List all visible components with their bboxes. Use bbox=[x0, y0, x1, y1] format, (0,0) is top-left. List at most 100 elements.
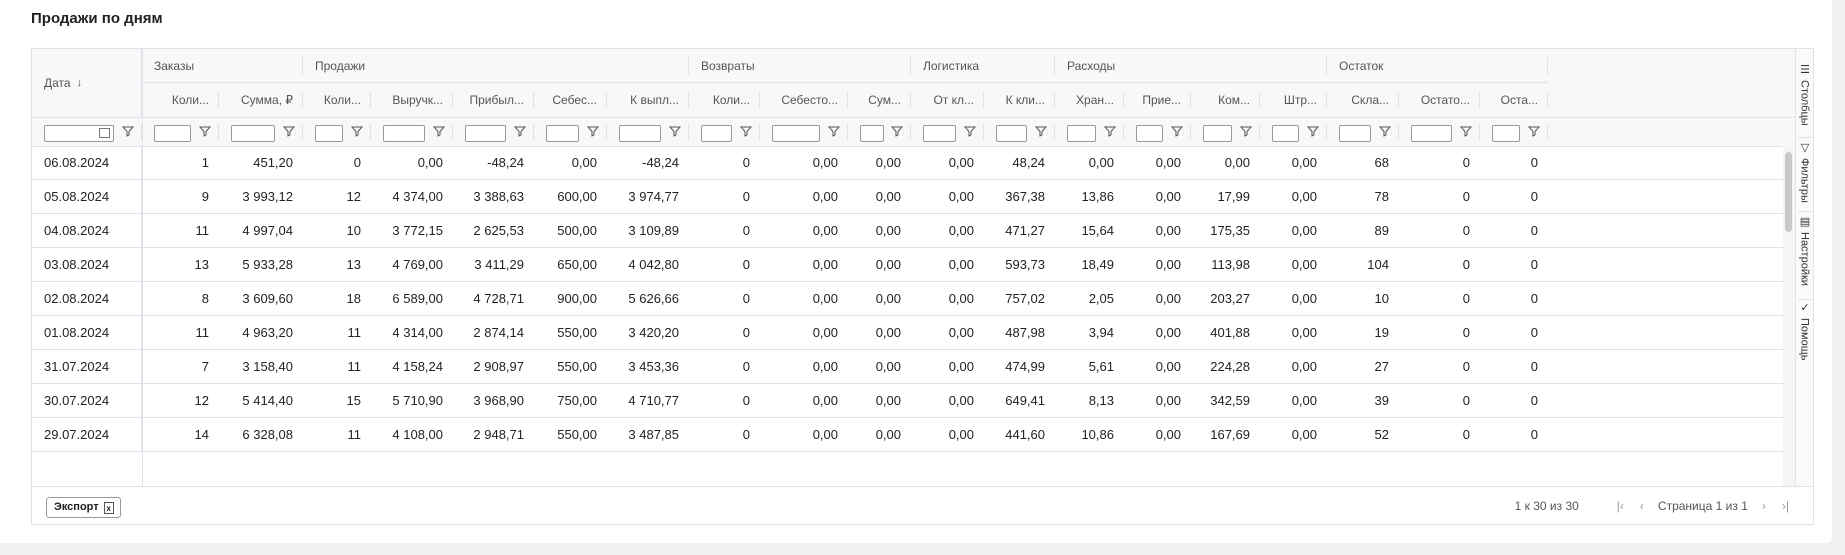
filter-input[interactable] bbox=[772, 125, 820, 142]
filter-icon[interactable] bbox=[740, 125, 754, 139]
filter-icon[interactable] bbox=[964, 125, 978, 139]
column-header[interactable]: Выручк... bbox=[371, 83, 453, 117]
column-header[interactable]: Хран... bbox=[1055, 83, 1124, 117]
filter-icon[interactable] bbox=[828, 125, 842, 139]
tool-panel-button-settings[interactable]: ▤ Настройки bbox=[1796, 215, 1813, 295]
column-header[interactable]: Коли... bbox=[689, 83, 760, 117]
column-header[interactable]: Себесто... bbox=[760, 83, 848, 117]
filter-input[interactable] bbox=[1339, 125, 1371, 142]
filter-icon[interactable] bbox=[199, 125, 213, 139]
filter-icon[interactable] bbox=[1528, 125, 1542, 139]
table-cell: 0,00 bbox=[812, 359, 838, 374]
date-cell: 02.08.2024 bbox=[32, 282, 142, 315]
filter-input[interactable] bbox=[619, 125, 661, 142]
date-header-label: Дата bbox=[44, 76, 71, 90]
column-header[interactable]: Ком... bbox=[1191, 83, 1260, 117]
filter-icon[interactable] bbox=[283, 125, 297, 139]
filter-icon[interactable] bbox=[1240, 125, 1254, 139]
filter-cell bbox=[1399, 118, 1480, 147]
column-header[interactable]: От кл... bbox=[911, 83, 984, 117]
filter-icon[interactable] bbox=[122, 125, 136, 139]
scrollbar-thumb[interactable] bbox=[1785, 152, 1792, 232]
date-column-header[interactable]: Дата ↓ bbox=[32, 49, 142, 117]
last-page-icon[interactable]: ›| bbox=[1782, 499, 1789, 513]
filter-input[interactable] bbox=[996, 125, 1027, 142]
table-cell: -48,24 bbox=[642, 155, 679, 170]
filter-input[interactable] bbox=[465, 125, 506, 142]
data-grid: Дата ↓ Заказы Продажи Возвраты Логистика Рас… bbox=[31, 48, 1814, 525]
filter-input[interactable] bbox=[231, 125, 275, 142]
filter-input[interactable] bbox=[1492, 125, 1520, 142]
filter-input[interactable] bbox=[860, 125, 884, 142]
table-cell: 342,59 bbox=[1210, 393, 1250, 408]
filter-input[interactable] bbox=[1203, 125, 1232, 142]
date-filter-input[interactable] bbox=[44, 125, 114, 142]
filter-input[interactable] bbox=[315, 125, 343, 142]
table-row[interactable]: 05.08.2024 9 3 993,12 12 4 374,00 3 388,63 600… bbox=[32, 180, 1795, 214]
column-header[interactable]: Коли... bbox=[142, 83, 219, 117]
table-row[interactable]: 02.08.2024 8 3 609,60 18 6 589,00 4 728,71 900… bbox=[32, 282, 1795, 316]
table-row[interactable]: 31.07.2024 7 3 158,40 11 4 158,24 2 908,97 550… bbox=[32, 350, 1795, 384]
filter-cell bbox=[303, 118, 371, 147]
filter-input[interactable] bbox=[383, 125, 425, 142]
table-cell: 367,38 bbox=[1005, 189, 1045, 204]
filter-input[interactable] bbox=[1136, 125, 1163, 142]
table-cell: 27 bbox=[1374, 359, 1389, 374]
filter-input[interactable] bbox=[1272, 125, 1299, 142]
column-header[interactable]: Остато... bbox=[1399, 83, 1480, 117]
next-page-icon[interactable]: › bbox=[1762, 499, 1766, 513]
filter-icon[interactable] bbox=[669, 125, 683, 139]
table-row[interactable]: 03.08.2024 13 5 933,28 13 4 769,00 3 411,29 65… bbox=[32, 248, 1795, 282]
column-header[interactable]: К выпл... bbox=[607, 83, 689, 117]
filter-input[interactable] bbox=[1067, 125, 1096, 142]
filter-icon[interactable] bbox=[1104, 125, 1118, 139]
column-header[interactable]: Оста... bbox=[1480, 83, 1548, 117]
filter-icon[interactable] bbox=[1035, 125, 1049, 139]
filter-input[interactable] bbox=[923, 125, 956, 142]
table-cell: 0,00 bbox=[812, 223, 838, 238]
filter-icon[interactable] bbox=[433, 125, 447, 139]
prev-page-icon[interactable]: ‹ bbox=[1640, 499, 1644, 513]
table-row[interactable]: 06.08.2024 1 451,20 0 0,00 -48,24 0,00 -48,24 0 0… bbox=[32, 146, 1795, 180]
export-button[interactable]: Экспорт x bbox=[46, 497, 121, 518]
divider bbox=[1798, 299, 1812, 300]
column-header[interactable]: Коли... bbox=[303, 83, 371, 117]
filter-input[interactable] bbox=[1411, 125, 1452, 142]
filter-icon[interactable] bbox=[514, 125, 528, 139]
table-row[interactable]: 01.08.2024 11 4 963,20 11 4 314,00 2 874,14 55… bbox=[32, 316, 1795, 350]
first-page-icon[interactable]: |‹ bbox=[1617, 499, 1624, 513]
column-header[interactable]: Сумма, ₽ bbox=[219, 83, 303, 117]
filter-cell bbox=[1327, 118, 1399, 147]
filter-icon[interactable] bbox=[1171, 125, 1185, 139]
column-header[interactable]: К кли... bbox=[984, 83, 1055, 117]
table-cell: 3 411,29 bbox=[474, 257, 524, 272]
filter-icon[interactable] bbox=[1307, 125, 1321, 139]
vertical-scrollbar[interactable] bbox=[1783, 146, 1795, 486]
filter-cell bbox=[371, 118, 453, 147]
filter-cell bbox=[689, 118, 760, 147]
filter-input[interactable] bbox=[154, 125, 191, 142]
table-row[interactable]: 30.07.2024 12 5 414,40 15 5 710,90 3 968,90 75… bbox=[32, 384, 1795, 418]
filter-input[interactable] bbox=[546, 125, 579, 142]
table-cell: 3 420,20 bbox=[628, 325, 679, 340]
column-header[interactable]: Скла... bbox=[1327, 83, 1399, 117]
table-row[interactable]: 29.07.2024 14 6 328,08 11 4 108,00 2 948,71 55… bbox=[32, 418, 1795, 452]
tool-panel-button-filter[interactable]: ▽ Фильтры bbox=[1796, 141, 1813, 207]
filter-icon[interactable] bbox=[587, 125, 601, 139]
filter-input[interactable] bbox=[701, 125, 732, 142]
column-header[interactable]: Прие... bbox=[1124, 83, 1191, 117]
table-cell: 4 042,80 bbox=[628, 257, 679, 272]
column-header[interactable]: Штр... bbox=[1260, 83, 1327, 117]
tool-panel-button-check[interactable]: ✓ Помощь bbox=[1796, 301, 1813, 371]
tool-panel-button-columns[interactable]: ☰ Столбцы bbox=[1796, 63, 1813, 133]
column-header[interactable]: Сум... bbox=[848, 83, 911, 117]
calendar-icon[interactable] bbox=[99, 128, 110, 138]
filter-icon[interactable] bbox=[1379, 125, 1393, 139]
column-header[interactable]: Себес... bbox=[534, 83, 607, 117]
filter-icon[interactable] bbox=[891, 125, 905, 139]
filter-cell bbox=[1480, 118, 1548, 147]
table-row[interactable]: 04.08.2024 11 4 997,04 10 3 772,15 2 625,53 50… bbox=[32, 214, 1795, 248]
column-header[interactable]: Прибыл... bbox=[453, 83, 534, 117]
filter-icon[interactable] bbox=[351, 125, 365, 139]
filter-icon[interactable] bbox=[1460, 125, 1474, 139]
